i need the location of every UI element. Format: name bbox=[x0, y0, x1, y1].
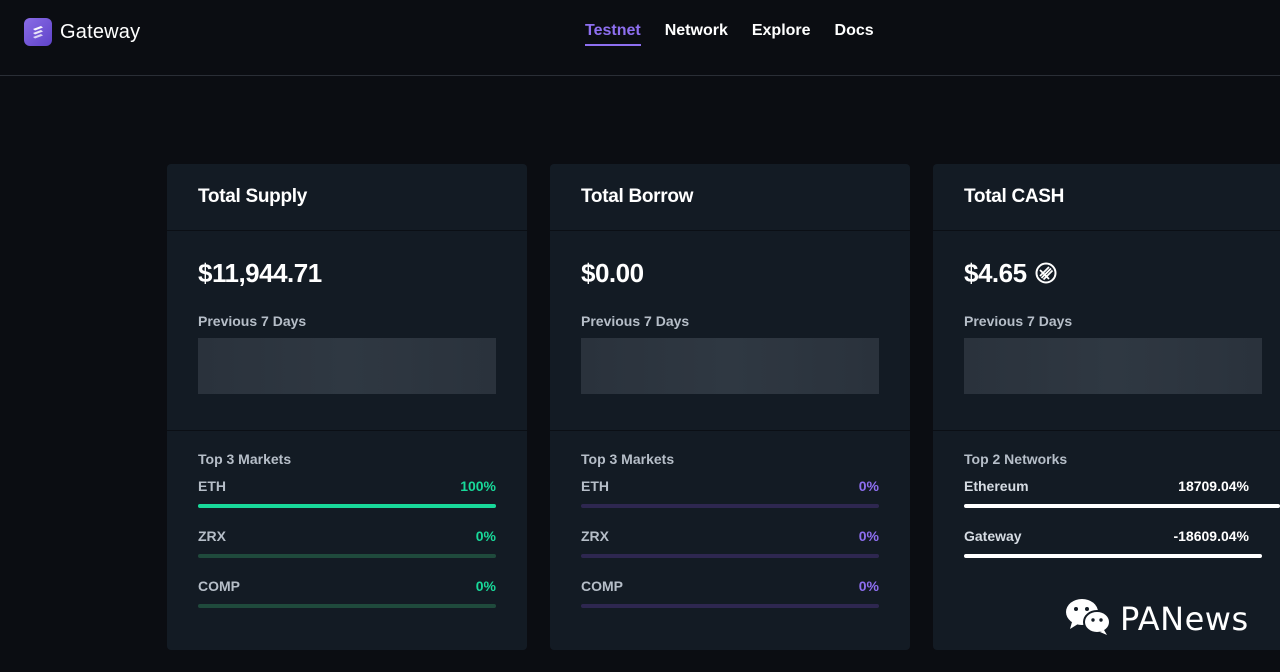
network-bar bbox=[964, 554, 1262, 558]
list-label: Top 3 Markets bbox=[581, 451, 675, 467]
amount-value: $0.00 bbox=[581, 257, 644, 288]
amount-value: $4.65 bbox=[964, 257, 1027, 288]
sparkline-chart bbox=[581, 338, 879, 394]
wechat-icon bbox=[1064, 596, 1112, 641]
network-percent: 18709.04% bbox=[1178, 478, 1249, 494]
previous-7-days-label: Previous 7 Days bbox=[198, 313, 307, 329]
sparkline-chart bbox=[198, 338, 496, 394]
market-bar bbox=[198, 604, 496, 608]
card-title: Total Borrow bbox=[581, 186, 694, 207]
market-name: COMP bbox=[198, 578, 240, 594]
market-name: COMP bbox=[581, 578, 623, 594]
market-row-zrx[interactable]: ZRX 0% bbox=[198, 528, 496, 558]
nav-testnet[interactable]: Testnet bbox=[585, 22, 641, 46]
top-markets-list: Top 3 Markets ETH 0% ZRX 0% COMP 0% bbox=[550, 431, 910, 608]
network-row-gateway[interactable]: Gateway -18609.04% bbox=[964, 528, 1262, 558]
market-percent: 0% bbox=[475, 578, 496, 594]
nav-explore[interactable]: Explore bbox=[752, 22, 811, 46]
card-summary: $4.65 Previous 7 Days bbox=[933, 231, 1280, 431]
top-networks-list: Top 2 Networks Ethereum 18709.04% Gatewa… bbox=[933, 431, 1280, 558]
market-row-comp[interactable]: COMP 0% bbox=[198, 578, 496, 608]
market-row-comp[interactable]: COMP 0% bbox=[581, 578, 879, 608]
network-row-ethereum[interactable]: Ethereum 18709.04% bbox=[964, 478, 1280, 508]
amount-value: $11,944.71 bbox=[198, 257, 322, 288]
total-borrow-card: Total Borrow $0.00 Previous 7 Days Top 3… bbox=[550, 164, 910, 650]
cash-token-icon bbox=[1035, 262, 1057, 284]
top-header: Gateway Testnet Network Explore Docs bbox=[0, 0, 1280, 76]
card-header: Total Supply bbox=[167, 164, 527, 231]
app-name: Gateway bbox=[60, 20, 141, 43]
network-percent: -18609.04% bbox=[1173, 528, 1249, 544]
market-row-eth[interactable]: ETH 100% bbox=[198, 478, 496, 508]
main-nav: Testnet Network Explore Docs bbox=[585, 22, 898, 46]
market-name: ZRX bbox=[581, 528, 609, 544]
market-bar bbox=[581, 604, 879, 608]
market-bar-fill bbox=[198, 504, 496, 508]
market-percent: 100% bbox=[460, 478, 496, 494]
total-cash-amount: $4.65 bbox=[964, 257, 1249, 289]
card-title: Total Supply bbox=[198, 186, 307, 207]
gateway-logo[interactable]: Gateway bbox=[24, 18, 140, 46]
market-bar bbox=[581, 504, 879, 508]
total-supply-amount: $11,944.71 bbox=[198, 257, 496, 289]
network-bar bbox=[964, 504, 1280, 508]
card-header: Total Borrow bbox=[550, 164, 910, 231]
market-bar bbox=[581, 554, 879, 558]
nav-network[interactable]: Network bbox=[665, 22, 728, 46]
total-borrow-amount: $0.00 bbox=[581, 257, 879, 289]
previous-7-days-label: Previous 7 Days bbox=[964, 313, 1073, 329]
watermark-text: PANews bbox=[1120, 599, 1249, 638]
card-summary: $0.00 Previous 7 Days bbox=[550, 231, 910, 431]
market-percent: 0% bbox=[858, 478, 879, 494]
sparkline-chart bbox=[964, 338, 1262, 394]
nav-docs[interactable]: Docs bbox=[835, 22, 874, 46]
market-bar bbox=[198, 504, 496, 508]
market-percent: 0% bbox=[858, 528, 879, 544]
list-label: Top 2 Networks bbox=[964, 451, 1068, 467]
top-markets-list: Top 3 Markets ETH 100% ZRX 0% COMP 0% bbox=[167, 431, 527, 608]
total-cash-card: Total CASH $4.65 Previous 7 Days Top 2 N… bbox=[933, 164, 1280, 650]
panews-watermark: PANews bbox=[1064, 596, 1249, 641]
card-header: Total CASH bbox=[933, 164, 1280, 231]
total-supply-card: Total Supply $11,944.71 Previous 7 Days … bbox=[167, 164, 527, 650]
network-name: Gateway bbox=[964, 528, 1022, 544]
market-percent: 0% bbox=[475, 528, 496, 544]
previous-7-days-label: Previous 7 Days bbox=[581, 313, 690, 329]
network-name: Ethereum bbox=[964, 478, 1029, 494]
card-summary: $11,944.71 Previous 7 Days bbox=[167, 231, 527, 431]
market-bar bbox=[198, 554, 496, 558]
gateway-logo-icon bbox=[24, 18, 52, 46]
market-row-eth[interactable]: ETH 0% bbox=[581, 478, 879, 508]
market-name: ETH bbox=[198, 478, 226, 494]
market-percent: 0% bbox=[858, 578, 879, 594]
list-label: Top 3 Markets bbox=[198, 451, 292, 467]
market-name: ETH bbox=[581, 478, 609, 494]
card-title: Total CASH bbox=[964, 186, 1065, 207]
market-name: ZRX bbox=[198, 528, 226, 544]
market-row-zrx[interactable]: ZRX 0% bbox=[581, 528, 879, 558]
